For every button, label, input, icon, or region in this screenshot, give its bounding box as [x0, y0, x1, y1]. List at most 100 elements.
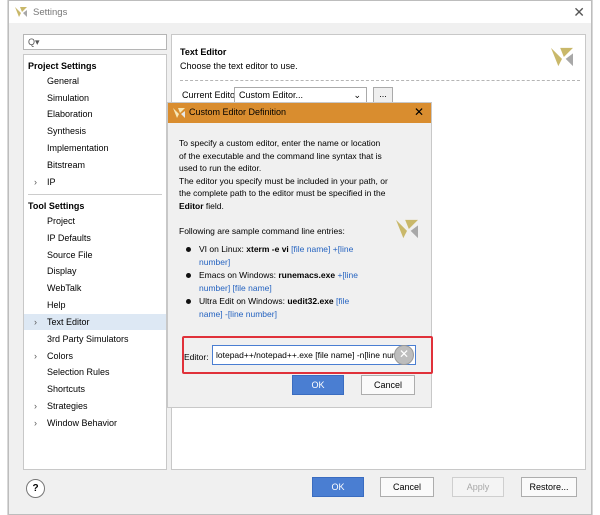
sample-args: number] — [199, 256, 231, 267]
sample-args: [file — [333, 296, 350, 306]
tree-item-label: General — [47, 76, 80, 86]
expand-arrow-icon[interactable]: › — [34, 348, 37, 364]
group-divider — [28, 194, 162, 195]
tree-item-label: Selection Rules — [47, 367, 110, 377]
tree-item-window-behavior[interactable]: › Window Behavior — [24, 415, 166, 431]
background-right-strip — [592, 0, 600, 515]
sample-args: name] -[line number] — [199, 308, 277, 319]
cancel-button[interactable]: Cancel — [380, 477, 434, 497]
instruction-line: To specify a custom editor, enter the na… — [179, 138, 381, 148]
vivado-logo-icon — [15, 6, 27, 20]
sample-prefix: Ultra Edit on Windows: — [199, 296, 288, 306]
expand-arrow-icon[interactable]: › — [34, 398, 37, 414]
tree-item-bitstream[interactable]: Bitstream — [24, 157, 166, 173]
sample-entry: Emacs on Windows: runemacs.exe +[line num… — [186, 269, 396, 294]
vivado-logo-icon — [173, 107, 185, 121]
tree-item-label: IP — [47, 177, 56, 187]
instruction-line: the complete path to the editor must be … — [179, 188, 386, 198]
dialog-ok-button[interactable]: OK — [292, 375, 344, 395]
tree-item-label: Display — [47, 266, 77, 276]
tree-item-implementation[interactable]: Implementation — [24, 140, 166, 156]
tree-item-ip-defaults[interactable]: IP Defaults — [24, 230, 166, 246]
tree-item-label: Implementation — [47, 143, 109, 153]
tree-item-ip[interactable]: › IP — [24, 174, 166, 190]
current-editor-label: Current Editor: — [182, 90, 241, 100]
tree-item-help[interactable]: Help — [24, 297, 166, 313]
bullet-icon — [186, 273, 191, 278]
tree-item-simulation[interactable]: Simulation — [24, 90, 166, 106]
current-editor-value: Custom Editor... — [239, 90, 304, 100]
apply-button[interactable]: Apply — [452, 477, 504, 497]
tree-item-display[interactable]: Display — [24, 263, 166, 279]
tree-item-project[interactable]: Project — [24, 213, 166, 229]
editor-field-name: Editor — [179, 200, 204, 211]
tree-item-label: Simulation — [47, 93, 90, 103]
tree-item-label: Project — [47, 216, 76, 226]
search-input[interactable]: Q▾ — [23, 34, 167, 50]
tree-item-label: Help — [47, 300, 66, 310]
close-icon[interactable]: ✕ — [573, 4, 585, 21]
expand-arrow-icon[interactable]: › — [34, 174, 37, 190]
tree-item-shortcuts[interactable]: Shortcuts — [24, 381, 166, 397]
dialog-title: Custom Editor Definition — [189, 107, 287, 117]
tree-item-source-file[interactable]: Source File — [24, 247, 166, 263]
window-title: Settings — [33, 6, 68, 18]
tree-item-label: Source File — [47, 250, 93, 260]
dialog-title-bar: Custom Editor Definition ✕ — [168, 103, 431, 123]
tree-item-colors[interactable]: › Colors — [24, 348, 166, 364]
group-project-settings: Project Settings — [28, 61, 97, 71]
sample-heading: Following are sample command line entrie… — [179, 226, 345, 236]
tree-item-label: Text Editor — [47, 317, 90, 327]
vivado-logo-icon — [396, 218, 418, 242]
sample-list: VI on Linux: xterm -e vi [file name] +[l… — [186, 243, 396, 321]
instruction-line: of the executable and the command line s… — [179, 150, 382, 161]
ok-button[interactable]: OK — [312, 477, 364, 497]
tree-item-label: Bitstream — [47, 160, 86, 170]
expand-arrow-icon[interactable]: › — [34, 314, 37, 330]
group-tool-settings: Tool Settings — [28, 201, 85, 211]
tree-item-label: Shortcuts — [47, 384, 86, 394]
title-bar: Settings ✕ — [9, 1, 591, 23]
sample-command: uedit32.exe — [287, 296, 334, 306]
restore-button[interactable]: Restore... — [521, 477, 577, 497]
instruction-line: Editor field. — [179, 200, 404, 213]
tree-item-strategies[interactable]: › Strategies — [24, 398, 166, 414]
tree-item-general[interactable]: General — [24, 73, 166, 89]
tree-item-label: Strategies — [47, 401, 88, 411]
tree-item-synthesis[interactable]: Synthesis — [24, 123, 166, 139]
tree-item-label: Window Behavior — [47, 418, 118, 428]
background-left-strip — [0, 0, 8, 515]
expand-arrow-icon[interactable]: › — [34, 415, 37, 431]
sample-command: runemacs.exe — [278, 270, 336, 280]
tree-item-selection-rules[interactable]: Selection Rules — [24, 364, 166, 380]
instruction-line: used to run the editor. — [179, 163, 262, 173]
search-icon: Q▾ — [28, 37, 40, 47]
highlight-box — [182, 336, 433, 374]
tree-item-label: Colors — [47, 351, 74, 361]
panel-subtitle: Choose the text editor to use. — [180, 61, 298, 71]
tree-item-label: 3rd Party Simulators — [47, 334, 129, 344]
panel-divider — [180, 80, 580, 81]
tree-item-3rd-party-simulators[interactable]: 3rd Party Simulators — [24, 331, 166, 347]
instruction-text: field. — [203, 200, 224, 211]
chevron-down-icon: ⌄ — [353, 90, 361, 100]
dialog-instructions: To specify a custom editor, enter the na… — [179, 137, 404, 212]
tree-item-label: WebTalk — [47, 283, 82, 293]
sample-args: number] [file name] — [199, 282, 272, 293]
help-button[interactable]: ? — [26, 479, 45, 498]
tree-item-webtalk[interactable]: WebTalk — [24, 280, 166, 296]
sample-args: +[line — [335, 270, 358, 280]
sample-command: xterm -e vi — [246, 244, 289, 254]
instruction-line: The editor you specify must be included … — [179, 175, 388, 186]
tree-item-label: Synthesis — [47, 126, 87, 136]
tree-item-label: Elaboration — [47, 109, 93, 119]
tree-item-text-editor[interactable]: › Text Editor — [24, 314, 166, 330]
sample-prefix: VI on Linux: — [199, 244, 247, 254]
panel-title: Text Editor — [180, 47, 227, 57]
bullet-icon — [186, 247, 191, 252]
tree-item-elaboration[interactable]: Elaboration — [24, 106, 166, 122]
bullet-icon — [186, 299, 191, 304]
dialog-cancel-button[interactable]: Cancel — [361, 375, 415, 395]
close-icon[interactable]: ✕ — [414, 105, 424, 119]
sample-entry: Ultra Edit on Windows: uedit32.exe [file… — [186, 295, 396, 320]
